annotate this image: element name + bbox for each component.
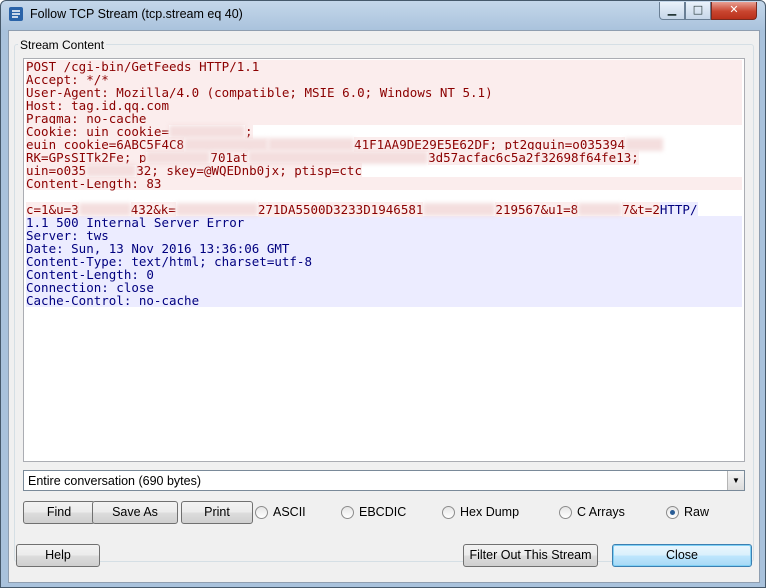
stream-text: 271DA5500D3233D1946581: [257, 202, 424, 217]
print-button[interactable]: Print: [181, 501, 253, 524]
radio-label: Hex Dump: [460, 505, 520, 519]
follow-tcp-stream-window: Follow TCP Stream (tcp.stream eq 40) ▁ □…: [0, 0, 766, 588]
redacted-block: [78, 203, 131, 216]
stream-line: Content-Length: 83: [26, 177, 742, 190]
radio-label: EBCDIC: [359, 505, 407, 519]
stream-text: 3d57acfac6c5a2f32698f64fe13;: [428, 150, 639, 165]
radio-label: ASCII: [273, 505, 306, 519]
help-button[interactable]: Help: [16, 544, 100, 567]
title-bar[interactable]: Follow TCP Stream (tcp.stream eq 40) ▁ □…: [1, 1, 765, 29]
stream-line: 1.1 500 Internal Server Error: [26, 216, 742, 229]
redacted-block: [175, 203, 258, 216]
redacted-block: [578, 203, 623, 216]
radio-circle[interactable]: [559, 506, 572, 519]
stream-content-textarea[interactable]: POST /cgi-bin/GetFeeds HTTP/1.1 Accept: …: [23, 58, 745, 462]
redacted-block: [184, 138, 269, 151]
chevron-down-icon[interactable]: ▼: [727, 471, 744, 490]
conversation-select-value: Entire conversation (690 bytes): [28, 474, 202, 488]
stream-text: 32; skey=@WQEDnb0jx; ptisp=ctc: [136, 163, 362, 178]
stream-text: 219567&u1=8: [495, 202, 579, 217]
stream-line: POST /cgi-bin/GetFeeds HTTP/1.1: [26, 60, 742, 73]
redacted-block: [268, 138, 355, 151]
conversation-select[interactable]: Entire conversation (690 bytes) ▼: [23, 470, 745, 491]
close-button[interactable]: Close: [612, 544, 752, 567]
stream-text: 7&t=2: [622, 202, 660, 217]
uin-line: uin=o035 32; skey=@WQEDnb0jx; ptisp=ctc: [26, 163, 742, 178]
rk-line: RK=GPsSITk2Fe; p 701at 3d57acfac6c5a2f3269…: [26, 150, 742, 165]
find-button[interactable]: Find: [23, 501, 95, 524]
redacted-block: [423, 203, 496, 216]
redacted-block: [86, 164, 137, 177]
redacted-block: [624, 138, 663, 151]
radio-label: Raw: [684, 505, 710, 519]
radio-circle[interactable]: [341, 506, 354, 519]
close-window-button[interactable]: ✕: [711, 2, 757, 20]
stream-text: ;: [245, 124, 253, 139]
radio-circle[interactable]: [255, 506, 268, 519]
redacted-block: [248, 151, 429, 164]
filter-out-stream-button[interactable]: Filter Out This Stream: [463, 544, 598, 567]
maximize-button[interactable]: □: [685, 2, 711, 20]
window-title: Follow TCP Stream (tcp.stream eq 40): [30, 7, 243, 21]
stream-content-label: Stream Content: [18, 38, 107, 52]
redacted-block: [146, 151, 211, 164]
radio-label: C Arrays: [577, 505, 625, 519]
dialog-client-area: Stream Content POST /cgi-bin/GetFeeds HT…: [8, 30, 760, 583]
radio-circle-checked[interactable]: [666, 506, 679, 519]
radio-circle[interactable]: [442, 506, 455, 519]
redacted-block: [169, 125, 245, 138]
stream-line: Cache-Control: no-cache: [26, 294, 742, 307]
wireshark-app-icon: [9, 7, 23, 21]
stream-text: HTTP/: [659, 202, 698, 217]
minimize-button[interactable]: ▁: [659, 2, 685, 20]
save-as-button[interactable]: Save As: [92, 501, 178, 524]
